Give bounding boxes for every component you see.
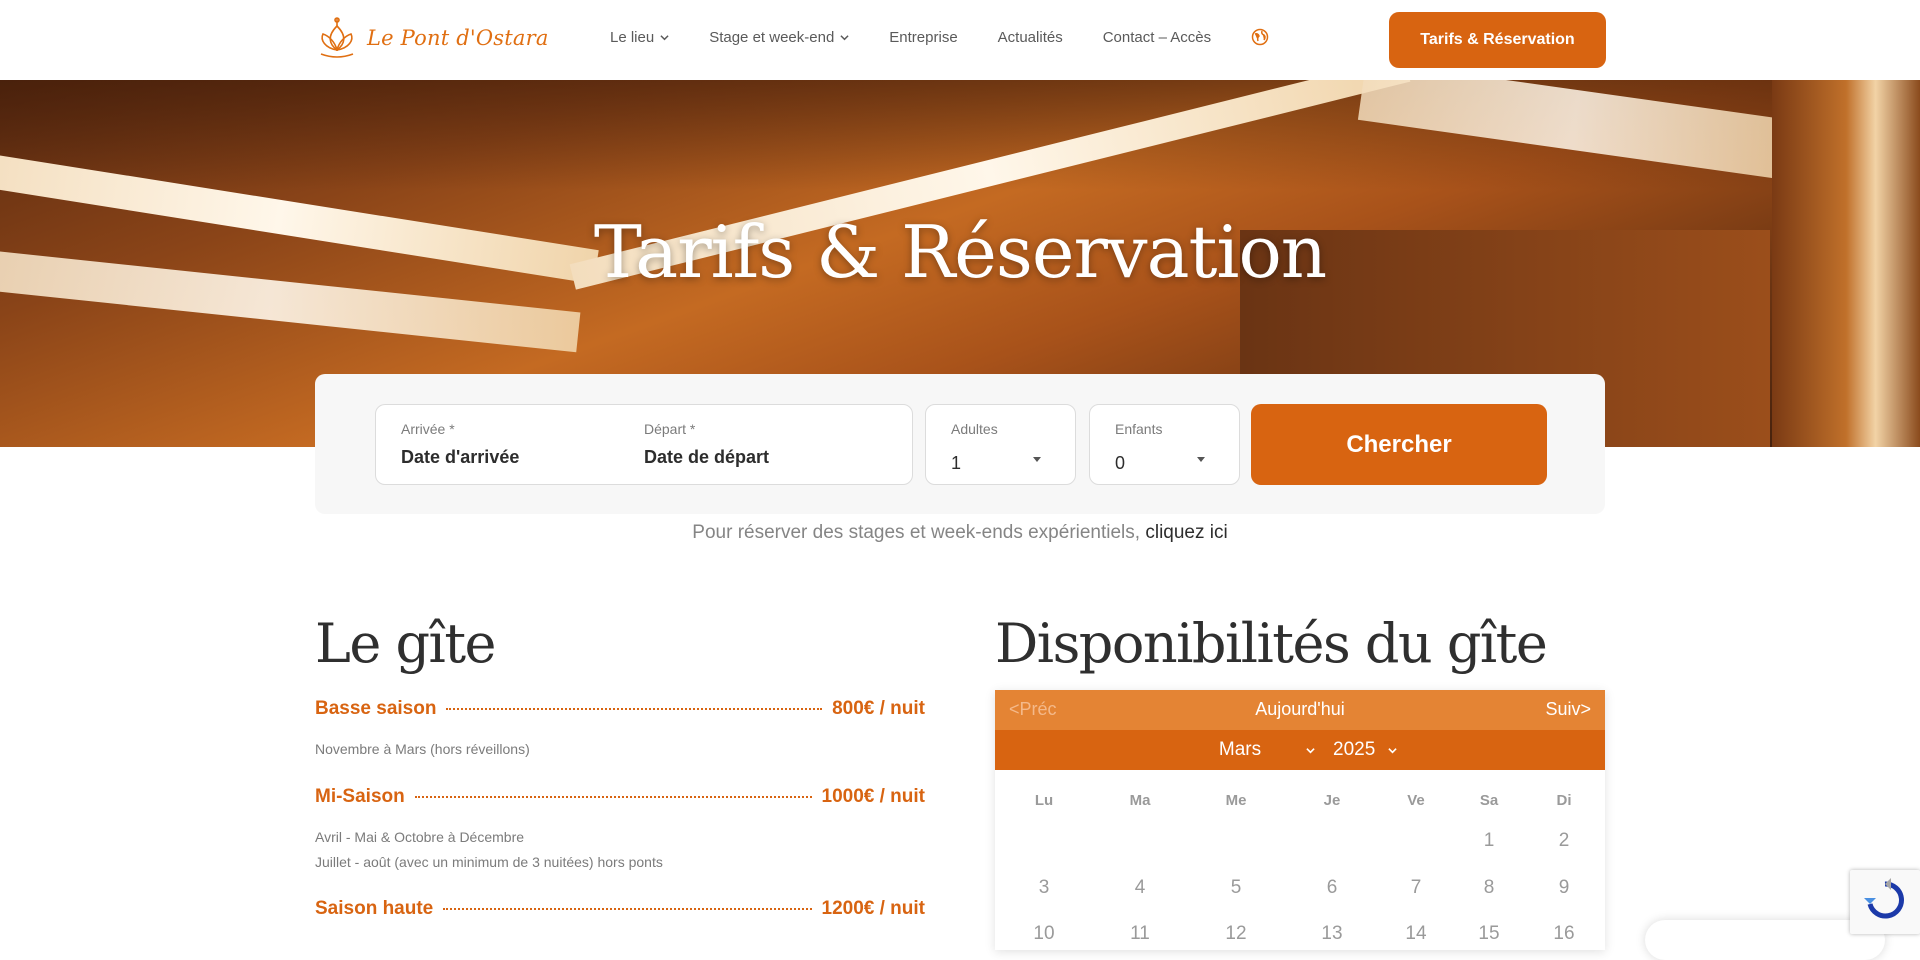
chevron-down-icon <box>840 34 849 40</box>
nav-item-le-lieu[interactable]: Le lieu <box>610 29 669 46</box>
price-leader <box>443 908 812 910</box>
nav-label: Le lieu <box>610 28 655 46</box>
calendar-day[interactable]: 12 <box>1225 923 1246 945</box>
nav-label: Entreprise <box>889 28 958 46</box>
price-desc: Avril - Mai & Octobre à Décembre Juillet… <box>315 825 663 875</box>
nav-item-entreprise[interactable]: Entreprise <box>889 29 957 46</box>
nav-label: Stage et week-end <box>709 28 835 46</box>
weekday-header: Di <box>1556 792 1572 809</box>
price-value: 800€ / nuit <box>832 698 925 719</box>
price-name: Saison haute <box>315 898 434 919</box>
calendar-day[interactable]: 9 <box>1559 877 1570 899</box>
site-header: Le Pont d'Ostara Le lieu Stage et week-e… <box>0 0 1920 80</box>
weekday-header: Ve <box>1407 792 1425 809</box>
weekday-header: Me <box>1225 792 1247 809</box>
year-select[interactable]: 2025 <box>1333 739 1397 761</box>
departure-input[interactable]: Date de départ <box>644 447 769 468</box>
departure-label: Départ * <box>644 421 696 437</box>
month-value: Mars <box>1218 739 1262 760</box>
nav-item-actualites[interactable]: Actualités <box>998 29 1063 46</box>
year-value: 2025 <box>1333 739 1376 760</box>
children-value: 0 <box>1115 453 1126 473</box>
price-desc-line: Juillet - août (avec un minimum de 3 nui… <box>315 854 663 870</box>
chevron-down-icon <box>1306 747 1315 753</box>
recaptcha-icon <box>1864 878 1904 919</box>
price-row-mi-saison: Mi-Saison 1000€ / nuit <box>315 786 925 808</box>
nav-item-stage-week-end[interactable]: Stage et week-end <box>709 29 849 46</box>
caret-down-icon <box>1033 457 1041 462</box>
today-button[interactable]: Aujourd'hui <box>995 699 1605 720</box>
calendar-day[interactable]: 8 <box>1484 877 1495 899</box>
calendar-day[interactable]: 14 <box>1405 923 1426 945</box>
price-name: Basse saison <box>315 698 437 719</box>
arrival-label: Arrivée * <box>401 421 455 437</box>
calendar-day[interactable]: 6 <box>1327 877 1338 899</box>
weekday-header: Je <box>1323 792 1341 809</box>
nav-label: Actualités <box>997 28 1063 46</box>
calendar-day[interactable]: 11 <box>1130 923 1150 945</box>
nav-item-contact-acces[interactable]: Contact – Accès <box>1103 29 1211 46</box>
calendar-day[interactable]: 15 <box>1478 923 1499 945</box>
price-value: 1000€ / nuit <box>821 786 926 807</box>
calendar-nav: <Préc Aujourd'hui Suiv> <box>995 690 1605 730</box>
calendar-day[interactable]: 1 <box>1484 830 1495 852</box>
price-row-saison-haute: Saison haute 1200€ / nuit <box>315 898 925 920</box>
month-select[interactable]: Mars <box>1195 739 1315 761</box>
next-month-button[interactable]: Suiv> <box>1545 699 1591 720</box>
search-button[interactable]: Chercher <box>1251 404 1547 485</box>
chat-widget[interactable] <box>1645 920 1885 960</box>
chevron-down-icon <box>1388 747 1397 753</box>
note-text: Pour réserver des stages et week-ends ex… <box>692 522 1141 543</box>
main-nav: Le lieu Stage et week-end Entreprise Act… <box>610 28 1269 46</box>
stage-booking-note: Pour réserver des stages et week-ends ex… <box>0 522 1920 544</box>
weekday-header: Ma <box>1129 792 1151 809</box>
date-range-field[interactable]: Arrivée * Date d'arrivée Départ * Date d… <box>375 404 913 485</box>
arrival-input[interactable]: Date d'arrivée <box>401 447 519 468</box>
logo-text: Le Pont d'Ostara <box>367 26 549 50</box>
availability-calendar: <Préc Aujourd'hui Suiv> Mars 2025 Lu Ma … <box>995 690 1605 950</box>
calendar-day[interactable]: 5 <box>1231 877 1242 899</box>
calendar-day[interactable]: 10 <box>1033 923 1054 945</box>
price-leader <box>414 796 812 798</box>
calendar-day[interactable]: 13 <box>1321 923 1342 945</box>
nav-label: Contact – Accès <box>1102 28 1212 46</box>
calendar-day[interactable]: 4 <box>1135 877 1146 899</box>
adults-select[interactable]: Adultes 1 <box>925 404 1076 485</box>
price-name: Mi-Saison <box>315 786 405 807</box>
booking-form: Arrivée * Date d'arrivée Départ * Date d… <box>315 374 1605 514</box>
lotus-logo-icon <box>320 17 354 58</box>
calendar-day[interactable]: 7 <box>1411 877 1422 899</box>
cliquez-ici-link[interactable]: cliquez ici <box>1145 522 1227 543</box>
adults-label: Adultes <box>951 421 998 437</box>
month-year-selector: Mars 2025 <box>995 730 1605 770</box>
globe-icon[interactable] <box>1251 28 1269 46</box>
calendar-day[interactable]: 16 <box>1553 923 1574 945</box>
logo[interactable]: Le Pont d'Ostara <box>315 14 549 62</box>
chevron-down-icon <box>660 34 669 40</box>
recaptcha-badge[interactable] <box>1850 870 1920 934</box>
weekday-header: Sa <box>1479 792 1499 809</box>
price-value: 1200€ / nuit <box>821 898 926 919</box>
price-desc: Novembre à Mars (hors réveillons) <box>315 737 530 762</box>
children-select[interactable]: Enfants 0 <box>1089 404 1240 485</box>
caret-down-icon <box>1197 457 1205 462</box>
adults-value: 1 <box>951 453 962 473</box>
availability-title: Disponibilités du gîte <box>995 612 1548 675</box>
price-row-basse-saison: Basse saison 800€ / nuit <box>315 698 925 720</box>
price-desc-line: Novembre à Mars (hors réveillons) <box>315 741 530 757</box>
tarifs-reservation-button[interactable]: Tarifs & Réservation <box>1389 12 1606 68</box>
price-desc-line: Avril - Mai & Octobre à Décembre <box>315 829 525 845</box>
calendar-day[interactable]: 2 <box>1559 830 1570 852</box>
gite-title: Le gîte <box>315 612 496 675</box>
price-leader <box>446 708 823 710</box>
page-title: Tarifs & Réservation <box>593 210 1327 294</box>
calendar-day[interactable]: 3 <box>1039 877 1050 899</box>
ceiling-beam <box>1357 80 1793 180</box>
weekday-header: Lu <box>1034 792 1054 809</box>
children-label: Enfants <box>1115 421 1163 437</box>
